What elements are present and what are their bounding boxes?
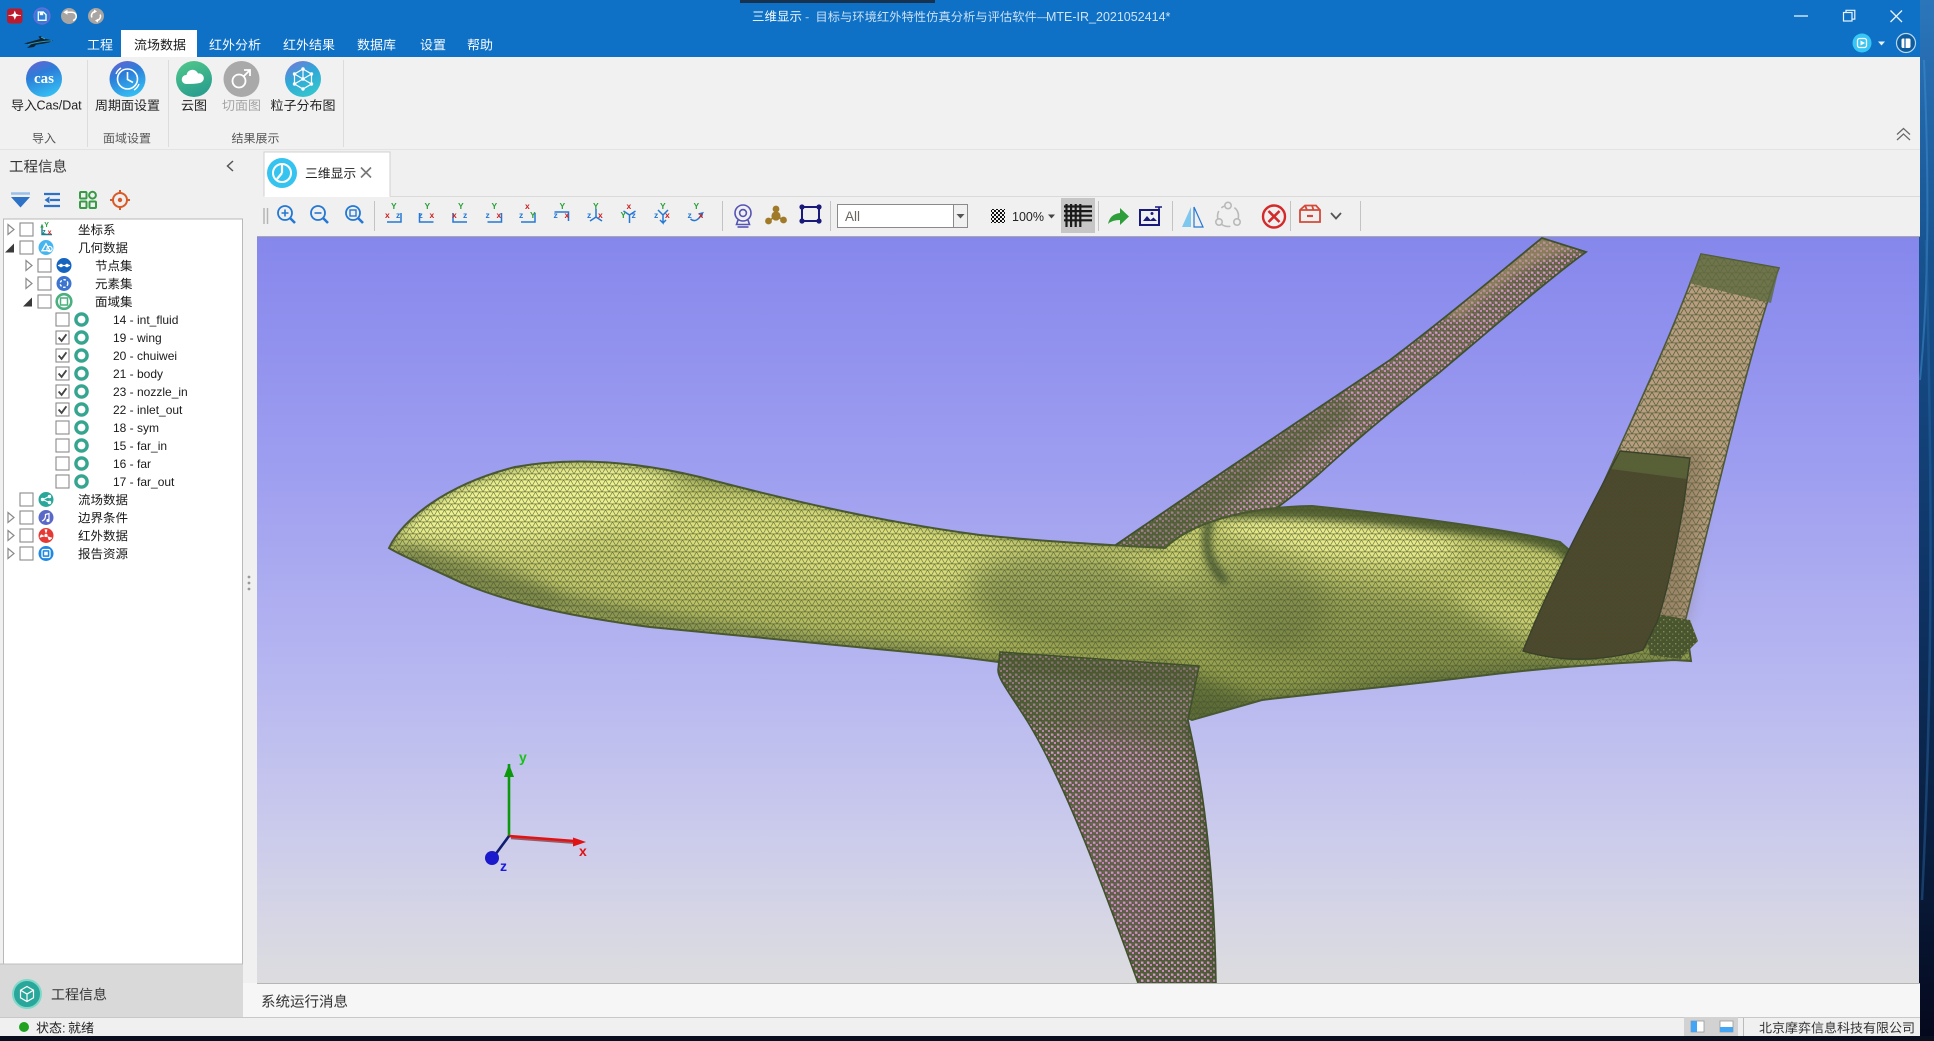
svg-text:z: z — [419, 210, 423, 220]
svg-text:x: x — [699, 210, 704, 220]
svg-text:x: x — [627, 201, 632, 211]
svg-text:z: z — [486, 210, 490, 220]
svg-text:Y: Y — [694, 201, 700, 211]
svg-text:x: x — [525, 201, 530, 211]
svg-text:15 - far_in: 15 - far_in — [113, 439, 167, 453]
svg-text:x: x — [565, 210, 570, 220]
svg-text:Y: Y — [660, 201, 666, 211]
svg-text:z: z — [587, 210, 591, 220]
svg-text:x: x — [665, 210, 670, 220]
svg-text:Y: Y — [593, 201, 599, 211]
svg-text:Y: Y — [425, 201, 431, 211]
svg-text:Y: Y — [621, 210, 627, 220]
svg-text:17 - far_out: 17 - far_out — [113, 475, 175, 489]
svg-text:z: z — [519, 210, 523, 220]
svg-text:x: x — [497, 210, 502, 220]
svg-text:z: z — [554, 210, 558, 220]
svg-text:20 - chuiwei: 20 - chuiwei — [113, 349, 177, 363]
svg-text:y: y — [519, 749, 527, 765]
svg-text:19 - wing: 19 - wing — [113, 331, 162, 345]
svg-text::: : — [62, 1021, 66, 1036]
svg-text:x: x — [385, 210, 390, 220]
svg-text:100%: 100% — [1012, 210, 1044, 224]
svg-text:x: x — [430, 210, 435, 220]
svg-text:z: z — [500, 858, 507, 874]
svg-text:Y: Y — [530, 210, 536, 220]
svg-text:21 - body: 21 - body — [113, 367, 163, 381]
svg-text:18 - sym: 18 - sym — [113, 421, 159, 435]
svg-text:14 - int_fluid: 14 - int_fluid — [113, 313, 178, 327]
svg-text:Cas/Dat: Cas/Dat — [37, 99, 83, 113]
svg-text:Y: Y — [492, 201, 498, 211]
svg-text:z: z — [42, 229, 46, 236]
svg-text:All: All — [845, 209, 860, 224]
svg-text:x: x — [48, 229, 52, 236]
svg-text:MTE-IR_2021052414*: MTE-IR_2021052414* — [1046, 10, 1171, 24]
svg-text:z: z — [688, 210, 692, 220]
svg-text:x: x — [579, 843, 587, 859]
svg-text:z: z — [396, 210, 400, 220]
svg-text:x: x — [598, 210, 603, 220]
svg-text:16 - far: 16 - far — [113, 457, 151, 471]
svg-text:z: z — [463, 210, 467, 220]
svg-text:cas: cas — [34, 71, 54, 87]
svg-text:z: z — [632, 210, 636, 220]
svg-text:x: x — [452, 210, 457, 220]
svg-text:23 - nozzle_in: 23 - nozzle_in — [113, 385, 188, 399]
svg-text:z: z — [654, 210, 658, 220]
svg-text:Y: Y — [44, 222, 49, 229]
svg-text:22 - inlet_out: 22 - inlet_out — [113, 403, 183, 417]
svg-text:Y: Y — [458, 201, 464, 211]
svg-text:Y: Y — [560, 201, 566, 211]
svg-text:Y: Y — [391, 201, 397, 211]
